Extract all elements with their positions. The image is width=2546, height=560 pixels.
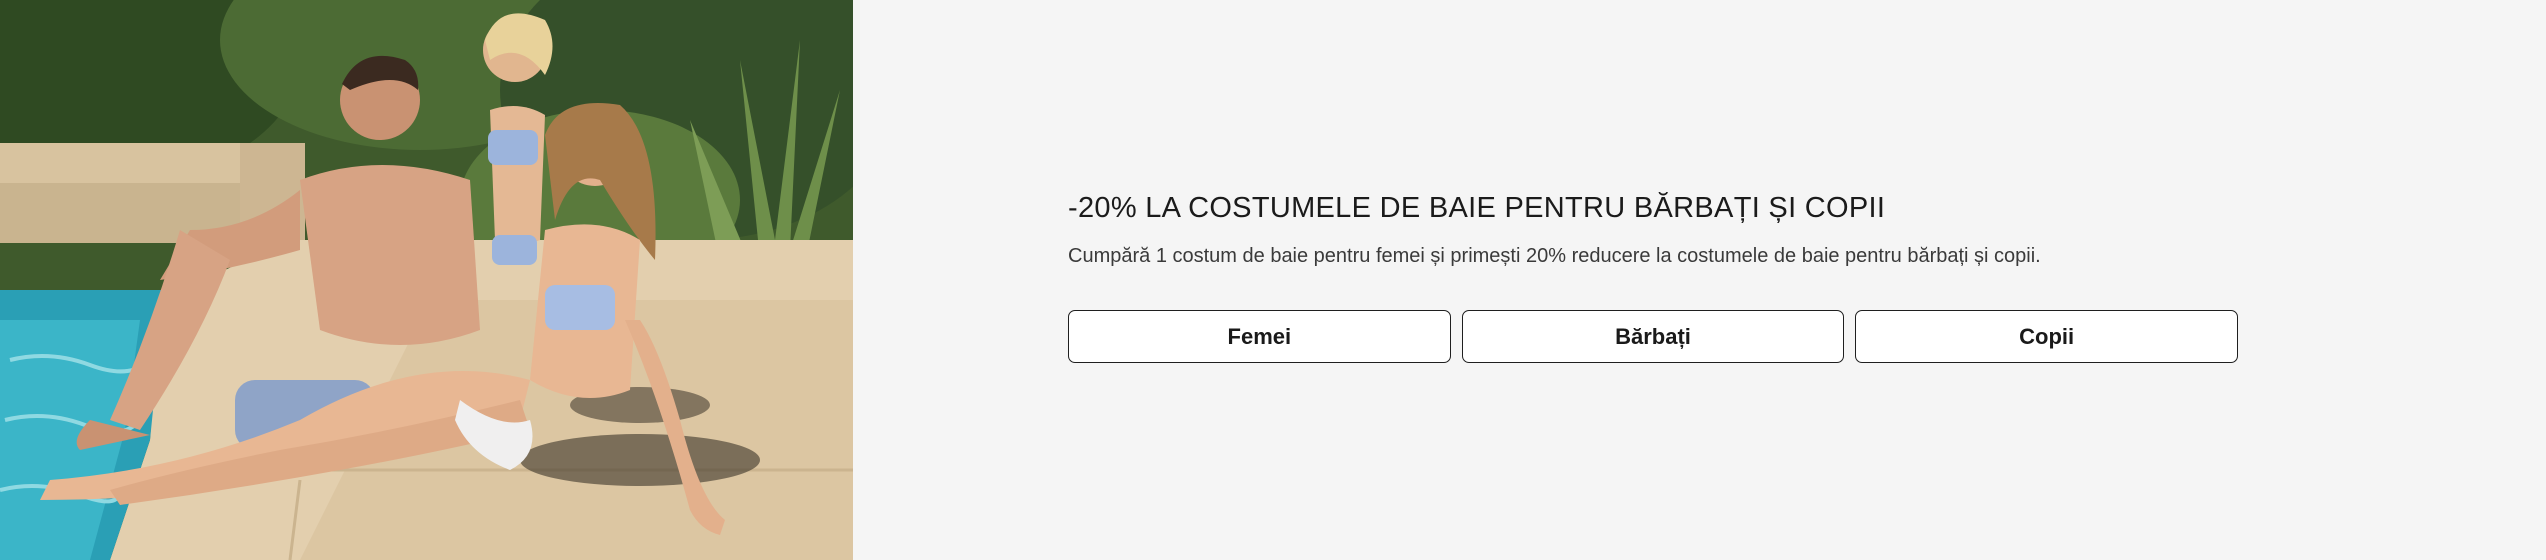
category-buttons: Femei Bărbați Copii xyxy=(1068,310,2239,363)
femei-button[interactable]: Femei xyxy=(1068,310,1451,363)
promo-banner: -20% LA COSTUMELE DE BAIE PENTRU BĂRBAȚI… xyxy=(0,0,2546,560)
promo-headline: -20% LA COSTUMELE DE BAIE PENTRU BĂRBAȚI… xyxy=(1068,192,1886,224)
family-poolside-photo xyxy=(0,0,853,560)
photo-illustration xyxy=(0,0,853,560)
promo-content: -20% LA COSTUMELE DE BAIE PENTRU BĂRBAȚI… xyxy=(853,0,2546,560)
promo-description: Cumpără 1 costum de baie pentru femei și… xyxy=(1068,245,2041,267)
barbati-button[interactable]: Bărbați xyxy=(1461,310,1845,363)
copii-button[interactable]: Copii xyxy=(1855,310,2239,363)
promo-text-block: -20% LA COSTUMELE DE BAIE PENTRU BĂRBAȚI… xyxy=(1068,188,2239,363)
